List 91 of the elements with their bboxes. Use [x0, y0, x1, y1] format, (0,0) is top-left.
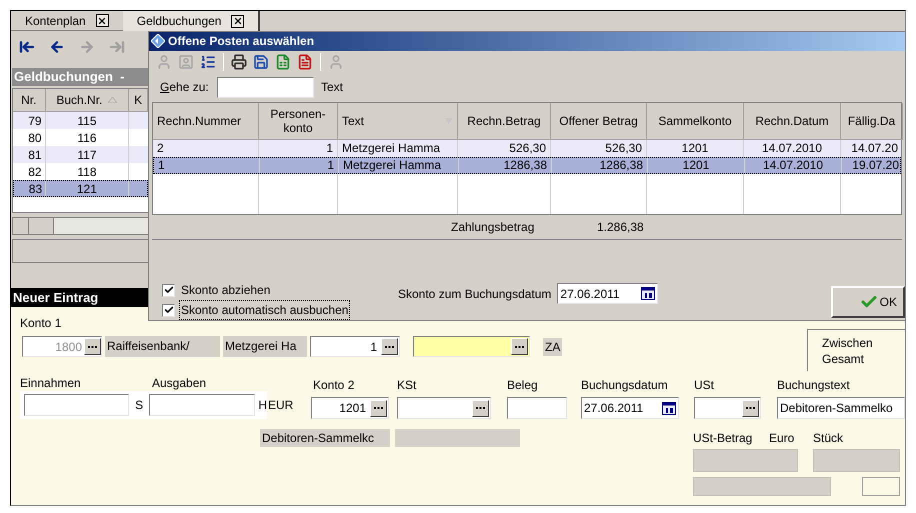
table-cell: 1286,38 — [459, 158, 552, 173]
totals-label: Gesamt — [822, 350, 866, 366]
goto-column-label: Text — [321, 79, 344, 96]
person-icon — [328, 54, 344, 70]
field-label: Buchungstext — [777, 377, 851, 394]
dialog-title: Offene Posten auswählen — [168, 33, 314, 50]
field-label: Konto 2 — [313, 377, 356, 394]
last-arrow-icon — [109, 39, 125, 55]
totals-label: Zwischen — [822, 334, 874, 350]
browse-button[interactable] — [381, 338, 398, 355]
account-name: Raiffeisenbank/ — [105, 336, 220, 357]
toolbar-button[interactable] — [296, 52, 314, 71]
person-card-icon — [178, 54, 194, 70]
nav-button[interactable] — [49, 39, 65, 55]
field-label: Einnahmen — [20, 375, 82, 391]
table-row[interactable]: 2 1 Metzgerei Hamma 526,30 526,30 1201 14.07.2010 14.07.20 — [153, 140, 901, 157]
diamond-icon — [151, 34, 165, 48]
toolbar-button[interactable] — [230, 52, 248, 71]
currency-label: EUR — [268, 397, 294, 414]
receipt-field[interactable] — [507, 397, 567, 419]
close-icon — [97, 16, 108, 26]
spreadsheet-icon — [275, 54, 291, 70]
payment-amount: 1.286,38 — [597, 219, 644, 236]
ok-button[interactable]: OK — [831, 286, 905, 318]
checkbox-box[interactable] — [162, 284, 175, 296]
table-cell: 19.07.20 — [842, 158, 904, 173]
nav-button[interactable] — [19, 39, 35, 55]
save-icon — [253, 54, 269, 70]
partner-number-field[interactable]: 1 — [310, 336, 400, 357]
field-label: USt-Betrag — [693, 430, 754, 445]
horizontal-scrollbar[interactable] — [12, 217, 149, 235]
field-label: Beleg — [507, 377, 539, 394]
field-label: Ausgaben — [152, 375, 206, 391]
table-cell: Metzgerei Hamma — [339, 158, 459, 173]
person-icon — [156, 54, 172, 70]
date-field[interactable]: 27.06.2011 — [557, 283, 658, 304]
field-label: KSt — [397, 377, 418, 394]
list-icon — [200, 54, 216, 70]
skonto-date-label: Skonto zum Buchungsdatum — [398, 286, 552, 302]
printer-icon — [231, 54, 247, 70]
document-icon — [297, 54, 313, 70]
table-row[interactable]: 79 115 — [13, 112, 148, 129]
table-row[interactable]: 1 1 Metzgerei Hamma 1286,38 1286,38 1201 14.07.2010 19.07.20 — [153, 156, 901, 174]
table-cell: 1286,38 — [552, 158, 648, 173]
tab-close-button[interactable] — [231, 14, 244, 28]
field-label: Konto 1 — [20, 316, 62, 330]
table-cell: 1201 — [648, 158, 745, 173]
field-label: Buchungsdatum — [581, 377, 669, 394]
table-cell: 1 — [154, 158, 260, 173]
table-cell: 121 — [46, 181, 129, 196]
close-icon — [232, 16, 243, 26]
credit-suffix: H — [258, 397, 267, 414]
browse-button[interactable] — [742, 400, 759, 416]
tax-field[interactable] — [694, 397, 761, 419]
calendar-icon — [641, 287, 656, 300]
calendar-icon — [662, 402, 676, 414]
account-field[interactable]: 1201 — [311, 397, 389, 419]
goto-field[interactable] — [217, 76, 314, 98]
income-field[interactable] — [24, 394, 130, 416]
right-arrow-icon — [79, 39, 95, 55]
goto-label: Gehe zu: — [160, 79, 210, 96]
table-row[interactable]: 81 117 — [13, 146, 148, 163]
first-arrow-icon — [19, 39, 35, 55]
za-label: ZA — [543, 338, 562, 356]
tab[interactable]: Geldbuchungen — [122, 11, 260, 31]
cost-center-field[interactable] — [397, 397, 491, 419]
highlighted-field[interactable] — [413, 336, 530, 357]
checkbox-label: Skonto automatisch ausbuchen — [179, 300, 350, 320]
date-field[interactable]: 27.06.2011 — [581, 397, 679, 419]
toolbar-button[interactable] — [252, 52, 270, 71]
expense-field[interactable] — [149, 394, 256, 416]
account-name: Debitoren-Sammelkc — [260, 429, 390, 447]
partner-name: Metzgerei Ha — [223, 336, 307, 357]
input-field[interactable] — [862, 477, 900, 496]
browse-button[interactable] — [370, 400, 387, 416]
tab-close-button[interactable] — [96, 14, 109, 27]
checkbox-box[interactable] — [162, 304, 175, 316]
table-cell: 1 — [260, 158, 339, 173]
tab[interactable]: Kontenplan — [11, 11, 123, 31]
table-cell: 14.07.2010 — [745, 158, 842, 173]
table-row[interactable]: 83 121 — [13, 180, 148, 197]
payment-label: Zahlungsbetrag — [451, 219, 536, 236]
booking-text-field[interactable]: Debitoren-Sammelko — [777, 397, 905, 419]
field-label: Stück — [813, 430, 844, 445]
table-cell: 83 — [14, 181, 46, 196]
field-label: Euro — [769, 430, 796, 445]
browse-button[interactable] — [511, 338, 528, 355]
field-label: USt — [694, 377, 716, 394]
browse-button[interactable] — [472, 400, 489, 416]
panel-title: Geldbuchungen - — [12, 68, 149, 86]
debit-suffix: S — [134, 397, 144, 414]
